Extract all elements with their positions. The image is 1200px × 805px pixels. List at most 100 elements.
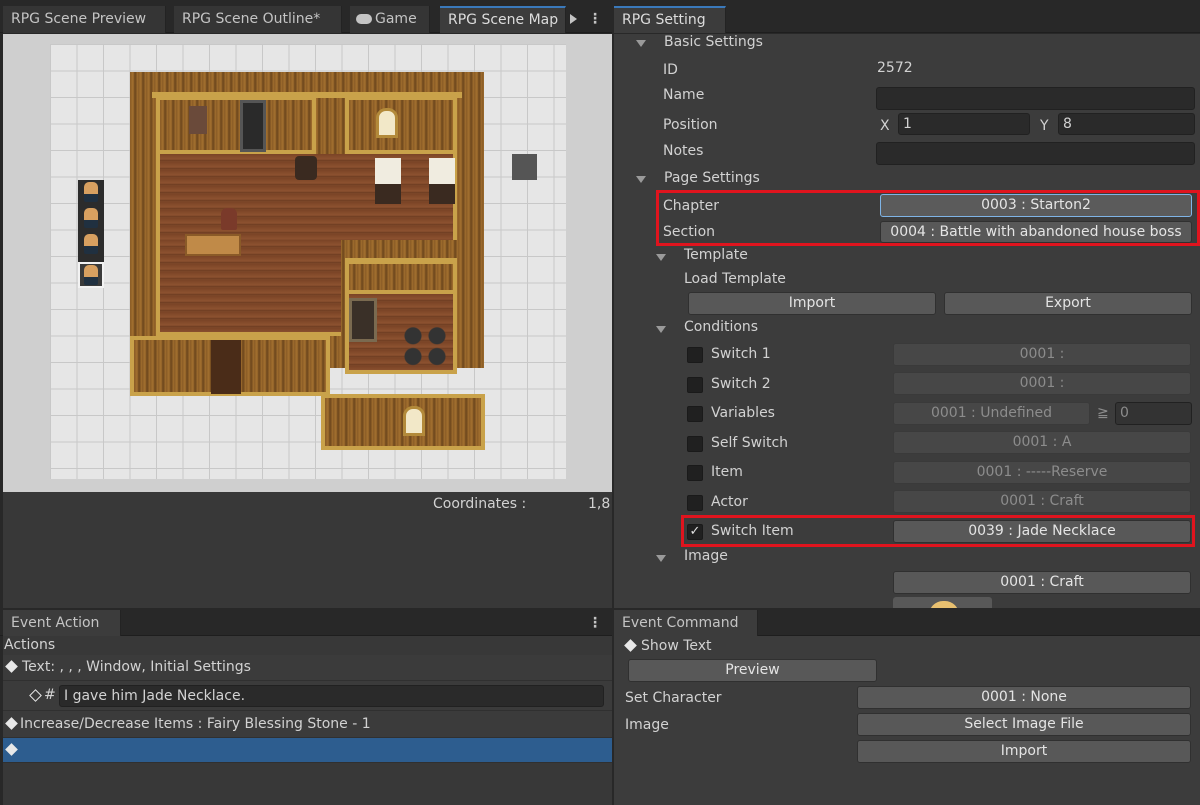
actions-label: Actions xyxy=(4,637,56,653)
switch-item-highlight xyxy=(681,515,1195,547)
conditions-toggle-icon[interactable] xyxy=(656,326,666,333)
set-character-label: Set Character xyxy=(625,690,722,706)
action-row-selected[interactable] xyxy=(3,738,612,763)
window-icon xyxy=(376,108,398,138)
selected-event-cell[interactable] xyxy=(78,262,104,288)
switch2-select[interactable]: 0001 : xyxy=(893,372,1191,395)
diamond-icon xyxy=(5,717,18,730)
image-toggle-icon[interactable] xyxy=(656,555,666,562)
action-row-items[interactable]: Increase/Decrease Items : Fairy Blessing… xyxy=(3,711,612,738)
variables-number-field[interactable]: 0 xyxy=(1115,402,1192,425)
page-settings-header[interactable]: Page Settings xyxy=(664,170,760,186)
conditions-header[interactable]: Conditions xyxy=(684,319,758,335)
position-label: Position xyxy=(663,117,718,133)
position-x-field[interactable]: 1 xyxy=(898,113,1030,135)
page-settings-toggle-icon[interactable] xyxy=(636,176,646,183)
room-right-wall xyxy=(345,96,457,154)
switch2-checkbox[interactable] xyxy=(687,377,703,393)
item-checkbox[interactable] xyxy=(687,465,703,481)
bed-icon xyxy=(375,158,401,204)
preview-button[interactable]: Preview xyxy=(628,659,877,682)
character-face-icon xyxy=(929,601,959,608)
table-icon xyxy=(185,234,241,256)
self-switch-label: Self Switch xyxy=(711,435,789,451)
tab-event-command[interactable]: Event Command xyxy=(614,610,758,636)
variables-checkbox[interactable] xyxy=(687,406,703,422)
room-left-wall xyxy=(156,96,316,154)
event-sprite[interactable] xyxy=(84,182,98,202)
right-tabbar: RPG Setting xyxy=(614,6,1200,33)
tab-rpg-setting[interactable]: RPG Setting xyxy=(614,6,726,33)
character-sprite xyxy=(221,208,237,230)
basic-settings-header[interactable]: Basic Settings xyxy=(664,34,763,50)
event-action-menu-icon[interactable]: ⋮ xyxy=(586,610,604,637)
variables-label: Variables xyxy=(711,405,775,421)
event-command-tabbar: Event Command xyxy=(614,610,1200,636)
image-select[interactable]: 0001 : Craft xyxy=(893,571,1191,594)
name-label: Name xyxy=(663,87,705,103)
tab-scroll-right-icon[interactable] xyxy=(570,14,577,24)
event-action-tabbar: Event Action ⋮ xyxy=(0,610,612,636)
select-image-button[interactable]: Select Image File xyxy=(857,713,1191,736)
map-panel: Coordinates : 1,8 xyxy=(3,34,612,608)
notes-label: Notes xyxy=(663,143,704,159)
id-value: 2572 xyxy=(877,60,913,76)
image-preview-box[interactable] xyxy=(893,597,992,608)
name-field[interactable] xyxy=(876,87,1195,110)
item-select[interactable]: 0001 : -----Reserve xyxy=(893,461,1191,484)
image-header[interactable]: Image xyxy=(684,548,728,564)
position-y-field[interactable]: 8 xyxy=(1058,113,1195,135)
action-row-text-line[interactable]: # I gave him Jade Necklace. xyxy=(3,681,612,711)
tab-event-action[interactable]: Event Action xyxy=(3,610,121,636)
event-sprite xyxy=(84,265,98,285)
basic-settings-toggle-icon[interactable] xyxy=(636,40,646,47)
tab-scene-map[interactable]: RPG Scene Map xyxy=(440,6,566,33)
export-template-button[interactable]: Export xyxy=(944,292,1192,315)
switch1-select[interactable]: 0001 : xyxy=(893,343,1191,366)
self-switch-select[interactable]: 0001 : A xyxy=(893,431,1191,454)
left-panel-menu-icon[interactable]: ⋮ xyxy=(586,6,604,33)
diamond-icon xyxy=(624,639,637,652)
import-image-button[interactable]: Import xyxy=(857,740,1191,763)
template-header[interactable]: Template xyxy=(684,247,748,263)
item-label: Item xyxy=(711,464,743,480)
map-canvas[interactable] xyxy=(3,34,612,492)
event-sprite[interactable] xyxy=(84,234,98,254)
set-character-select[interactable]: 0001 : None xyxy=(857,686,1191,709)
setting-panel: Basic Settings ID 2572 Name Position X 1… xyxy=(614,34,1200,608)
diamond-outline-icon xyxy=(29,689,42,702)
position-y-label: Y xyxy=(1040,118,1049,134)
show-text-header: Show Text xyxy=(624,638,712,654)
chapter-section-highlight xyxy=(656,190,1200,246)
left-tabbar: RPG Scene Preview RPG Scene Outline* Gam… xyxy=(0,6,612,33)
variables-select[interactable]: 0001 : Undefined xyxy=(893,402,1090,425)
chair-icon xyxy=(189,106,207,134)
tab-scene-outline[interactable]: RPG Scene Outline* xyxy=(174,6,342,33)
variables-operator: ≧ xyxy=(1097,405,1109,421)
actor-checkbox[interactable] xyxy=(687,495,703,511)
tab-game[interactable]: Game xyxy=(350,6,430,33)
actor-select[interactable]: 0001 : Craft xyxy=(893,490,1191,513)
self-switch-checkbox[interactable] xyxy=(687,436,703,452)
load-template-label: Load Template xyxy=(684,271,786,287)
sub-prefix: # xyxy=(44,687,56,703)
action-row-text[interactable]: Text: , , , Window, Initial Settings xyxy=(3,655,612,681)
import-template-button[interactable]: Import xyxy=(688,292,936,315)
switch1-label: Switch 1 xyxy=(711,346,771,362)
event-sprite[interactable] xyxy=(84,208,98,228)
diamond-icon xyxy=(5,660,18,673)
dark-tile xyxy=(512,154,537,180)
template-toggle-icon[interactable] xyxy=(656,254,666,261)
id-label: ID xyxy=(663,62,678,78)
coordinates-value: 1,8 xyxy=(588,496,611,512)
bed-icon xyxy=(429,158,455,204)
text-line-field[interactable]: I gave him Jade Necklace. xyxy=(59,685,604,707)
gamepad-icon xyxy=(356,14,372,24)
event-command-panel: Show Text Preview Set Character 0001 : N… xyxy=(614,636,1200,805)
shelf-icon xyxy=(349,298,377,342)
switch1-checkbox[interactable] xyxy=(687,347,703,363)
notes-field[interactable] xyxy=(876,142,1195,165)
lower-room-wall xyxy=(345,260,457,294)
tab-scene-preview[interactable]: RPG Scene Preview xyxy=(3,6,166,33)
image-label: Image xyxy=(625,717,669,733)
